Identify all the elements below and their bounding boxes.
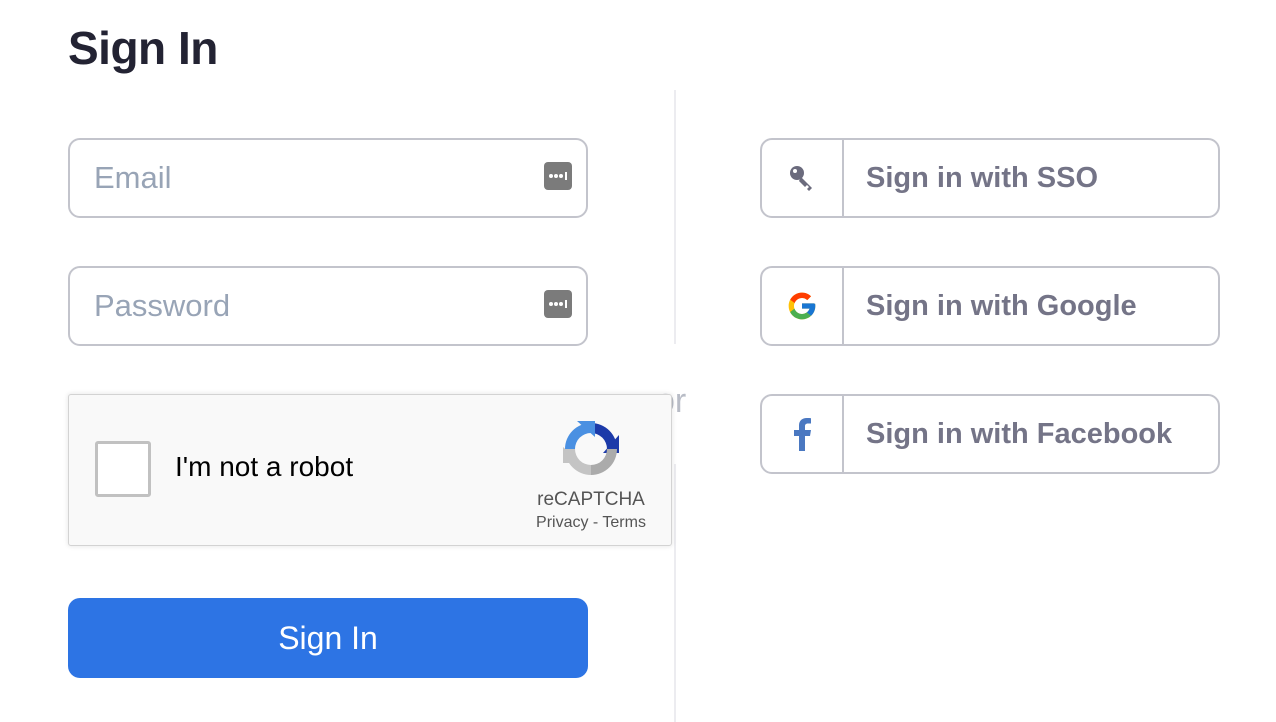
sign-in-facebook-button[interactable]: Sign in with Facebook: [760, 394, 1220, 474]
page-title: Sign In: [68, 22, 218, 74]
sso-button-label: Sign in with SSO: [866, 162, 1098, 194]
divider-line: [674, 464, 676, 722]
sign-in-button[interactable]: Sign In: [68, 598, 588, 678]
recaptcha-checkbox[interactable]: [95, 441, 151, 497]
sign-in-sso-button[interactable]: Sign in with SSO: [760, 138, 1220, 218]
facebook-icon: [794, 418, 811, 451]
recaptcha-terms-link[interactable]: Terms: [602, 514, 646, 531]
sso-icon-cell: [762, 140, 844, 216]
sign-in-google-button[interactable]: Sign in with Google: [760, 266, 1220, 346]
email-input[interactable]: [94, 140, 514, 216]
google-icon-cell: [762, 268, 844, 344]
email-field[interactable]: [68, 138, 588, 218]
recaptcha-brand: reCAPTCHA: [537, 489, 645, 510]
recaptcha-widget: I'm not a robot reCAPTCHA Privacy - Term…: [68, 394, 672, 546]
password-field[interactable]: [68, 266, 588, 346]
divider-line: [674, 90, 676, 344]
recaptcha-links: Privacy - Terms: [521, 514, 661, 532]
facebook-icon-cell: [762, 396, 844, 472]
password-manager-icon[interactable]: [544, 290, 572, 318]
password-input[interactable]: [94, 268, 514, 344]
google-icon: [788, 292, 816, 320]
facebook-button-label: Sign in with Facebook: [866, 418, 1173, 450]
recaptcha-privacy-link[interactable]: Privacy: [536, 514, 588, 531]
key-icon: [790, 166, 812, 191]
google-button-label: Sign in with Google: [866, 290, 1137, 322]
recaptcha-logo-icon: [563, 421, 619, 475]
password-manager-icon[interactable]: [544, 162, 572, 190]
sign-in-page: Sign In or I'm not a r: [0, 0, 1276, 722]
recaptcha-links-separator: -: [592, 514, 599, 531]
recaptcha-label: I'm not a robot: [175, 451, 354, 482]
